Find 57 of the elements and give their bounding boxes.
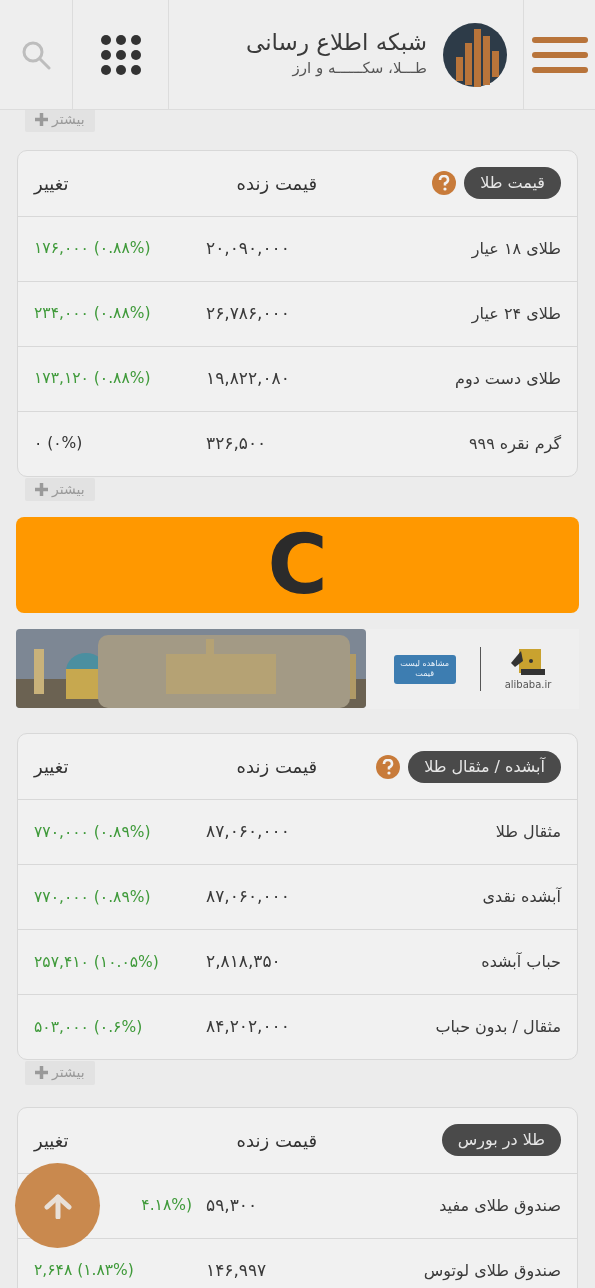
- site-title: شبکه اطلاع رسانی: [246, 29, 427, 58]
- price-value: ۸۴,۲۰۲,۰۰۰: [205, 1015, 291, 1039]
- price-value: ۲۰,۰۹۰,۰۰۰: [205, 236, 291, 260]
- change-value: ۷۷۰,۰۰۰ (۰.۸۹%): [34, 886, 152, 908]
- plus-icon: [35, 1066, 48, 1080]
- column-header: تغییر: [34, 171, 70, 197]
- change-value: ۲۳۴,۰۰۰ (۰.۸۸%): [34, 302, 152, 324]
- item-name: مثقال طلا: [494, 821, 561, 844]
- section-title: آبشده / مثقال طلا: [408, 750, 561, 783]
- apps-grid-icon[interactable]: [100, 34, 141, 75]
- column-header: قیمت زنده: [235, 171, 317, 196]
- brand-logo-icon: [509, 646, 547, 677]
- site-subtitle: طـــلا، سکــــــه و ارز: [291, 58, 427, 80]
- price-value: ۵۹,۳۰۰: [205, 1194, 259, 1218]
- price-value: ۳۲۶,۵۰۰: [205, 431, 268, 455]
- change-value: ۱۷۳,۱۲۰ (۰.۸۸%): [34, 367, 152, 389]
- item-name: مثقال / بدون حباب: [434, 1016, 561, 1039]
- price-value: ۲۶,۷۸۶,۰۰۰: [205, 301, 291, 325]
- more-button[interactable]: بیشتر: [25, 477, 95, 502]
- item-name: صندوق طلای لوتوس: [422, 1259, 561, 1283]
- change-value: ۰ (۰%): [34, 432, 84, 454]
- column-header: تغییر: [34, 755, 70, 780]
- price-value: ۲,۸۱۸,۳۵۰: [205, 950, 282, 974]
- change-value: ۴.۱۸%): [141, 1195, 192, 1217]
- column-header: تغییر: [34, 1128, 70, 1154]
- item-name: آبشده نقدی: [481, 886, 561, 909]
- section-title: قیمت طلا: [464, 167, 561, 200]
- item-name: طلای دست دوم: [454, 367, 561, 390]
- more-button[interactable]: بیشتر: [25, 108, 95, 132]
- column-header: قیمت زنده: [235, 755, 317, 780]
- item-name: صندوق طلای مفید: [438, 1194, 561, 1218]
- banner-letter: C: [267, 524, 328, 607]
- help-icon[interactable]: [376, 754, 401, 779]
- help-icon[interactable]: [432, 171, 457, 196]
- section-title: طلا در بورس: [441, 1124, 561, 1157]
- brand-name: alibaba.ir: [504, 677, 552, 692]
- price-value: ۱۹,۸۲۲,۰۸۰: [205, 366, 291, 390]
- change-value: ۵۰۳,۰۰۰ (۰.۶%): [34, 1016, 144, 1038]
- logo-icon: [443, 22, 507, 87]
- price-value: ۸۷,۰۶۰,۰۰۰: [205, 885, 291, 909]
- column-header: قیمت زنده: [235, 1128, 317, 1153]
- price-value: ۱۴۶,۹۹۷: [205, 1259, 268, 1283]
- change-value: ۱۷۶,۰۰۰ (۰.۸۸%): [34, 237, 152, 259]
- more-button[interactable]: بیشتر: [25, 1061, 95, 1085]
- plus-icon: [35, 482, 48, 496]
- item-name: طلای ۲۴ عیار: [470, 302, 561, 326]
- price-list-button[interactable]: مشاهده لیست قیمت: [393, 654, 456, 684]
- item-name: حباب آبشده: [480, 951, 561, 974]
- plus-icon: [35, 113, 48, 127]
- item-name: گرم نقره ۹۹۹: [467, 432, 561, 456]
- change-value: ۲,۶۴۸ (۱.۸۳%): [34, 1260, 135, 1282]
- change-value: ۲۵۷,۴۱۰ (۱۰.۰۵%): [34, 951, 160, 973]
- search-icon[interactable]: [21, 39, 51, 70]
- price-value: ۸۷,۰۶۰,۰۰۰: [205, 820, 291, 844]
- change-value: ۷۷۰,۰۰۰ (۰.۸۹%): [34, 821, 152, 843]
- menu-icon[interactable]: [531, 35, 588, 74]
- item-name: طلای ۱۸ عیار: [470, 237, 561, 261]
